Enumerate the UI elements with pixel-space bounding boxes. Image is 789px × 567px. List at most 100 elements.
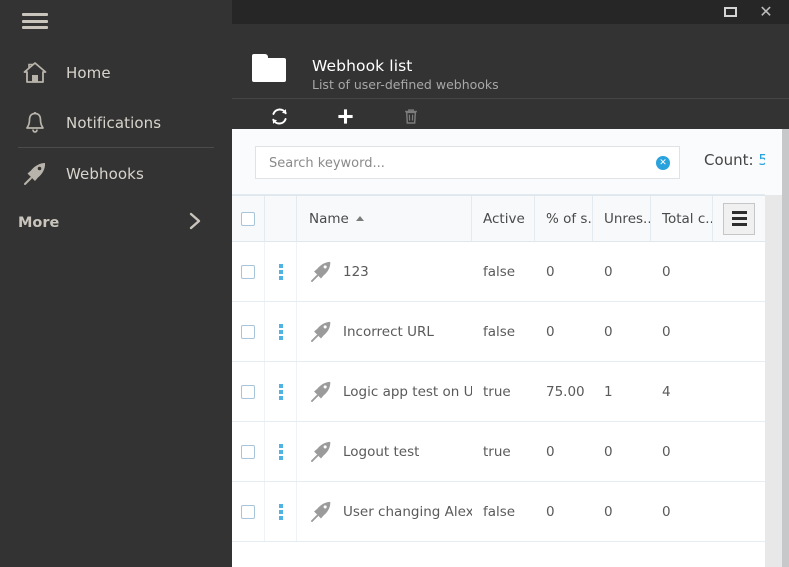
search-input[interactable]: [267, 147, 651, 180]
cell-percent-success: 0: [546, 443, 555, 460]
row-actions-icon[interactable]: [278, 503, 283, 520]
rocket-icon: [309, 380, 333, 404]
hamburger-bar: [22, 13, 48, 16]
cell-total-calls: 0: [662, 443, 671, 460]
cell-spacer: [713, 482, 765, 541]
sidebar-item-label: Home: [66, 64, 111, 82]
rocket-icon: [309, 440, 333, 464]
table-row[interactable]: Incorrect URL false 0 0 0: [232, 302, 765, 362]
column-header-label: Unres...: [604, 210, 651, 227]
row-menu-cell[interactable]: [265, 422, 297, 481]
close-window-icon[interactable]: ✕: [751, 0, 781, 24]
sidebar-item-webhooks[interactable]: Webhooks: [0, 149, 232, 199]
column-header-total-calls[interactable]: Total c...: [651, 195, 713, 242]
dot: [278, 275, 283, 280]
sidebar-item-label: Webhooks: [66, 165, 144, 183]
cell-spacer: [713, 422, 765, 481]
header-menu-cell: [265, 195, 297, 242]
search-field[interactable]: ✕: [255, 146, 680, 180]
cell-unresolved: 0: [604, 263, 613, 280]
dot: [278, 503, 283, 508]
bell-icon: [18, 111, 52, 135]
row-checkbox[interactable]: [241, 384, 255, 399]
dot: [278, 443, 283, 448]
table-row[interactable]: 123 false 0 0 0: [232, 242, 765, 302]
row-menu-cell[interactable]: [265, 302, 297, 361]
rocket-icon: [309, 500, 333, 524]
cell-unresolved: 0: [604, 503, 613, 520]
content-panel: ✕ Count: 5 Name Active: [232, 129, 789, 567]
sidebar-item-more[interactable]: More: [0, 203, 232, 243]
row-actions-icon[interactable]: [278, 323, 283, 340]
row-checkbox[interactable]: [241, 264, 255, 279]
row-checkbox-cell[interactable]: [232, 302, 265, 361]
column-header-label: Name: [309, 210, 349, 227]
sidebar-divider: [18, 147, 214, 148]
cell-name: Logic app test on U: [297, 362, 472, 421]
column-options-cell[interactable]: [713, 196, 765, 242]
row-checkbox-cell[interactable]: [232, 242, 265, 301]
column-header-label: % of s...: [546, 210, 592, 227]
cell-name: 123: [297, 242, 472, 301]
dot: [278, 263, 283, 268]
cell-unresolved: 0: [604, 443, 613, 460]
cell-percent-success: 0: [546, 323, 555, 340]
dot: [278, 389, 283, 394]
hamburger-icon[interactable]: [22, 10, 48, 32]
cell-name: Logout test: [297, 422, 472, 481]
row-checkbox-cell[interactable]: [232, 482, 265, 541]
column-header-name[interactable]: Name: [297, 195, 472, 242]
row-menu-cell[interactable]: [265, 482, 297, 541]
table-row[interactable]: Logic app test on U true 75.00 1 4: [232, 362, 765, 422]
table-header-row: Name Active % of s... Unres... Total c..…: [232, 195, 765, 242]
row-checkbox-cell[interactable]: [232, 422, 265, 481]
select-all-checkbox[interactable]: [241, 211, 255, 226]
dot: [278, 269, 283, 274]
header-divider: [232, 98, 789, 99]
vertical-scrollbar-track[interactable]: [765, 195, 782, 567]
cell-name-text: User changing Alex: [343, 503, 472, 520]
clear-search-icon[interactable]: ✕: [656, 156, 670, 170]
sidebar-more-label: More: [18, 215, 60, 231]
row-checkbox[interactable]: [241, 504, 255, 519]
select-all-checkbox-cell[interactable]: [232, 195, 265, 242]
sidebar-item-home[interactable]: Home: [0, 48, 232, 98]
sidebar-item-label: Notifications: [66, 114, 162, 132]
row-menu-cell[interactable]: [265, 362, 297, 421]
restore-window-icon[interactable]: [715, 0, 745, 24]
cell-name-text: Logout test: [343, 443, 420, 460]
column-header-active[interactable]: Active: [472, 195, 535, 242]
row-checkbox-cell[interactable]: [232, 362, 265, 421]
trash-icon: [402, 106, 420, 126]
column-header-percent-success[interactable]: % of s...: [535, 195, 593, 242]
vertical-scrollbar-thumb[interactable]: [782, 129, 789, 567]
row-actions-icon[interactable]: [278, 383, 283, 400]
cell-active: true: [483, 443, 511, 460]
close-glyph: ✕: [759, 2, 773, 21]
column-header-label: Active: [483, 210, 525, 227]
chevron-right-icon: [188, 211, 202, 235]
dot: [278, 323, 283, 328]
dot: [278, 383, 283, 388]
row-checkbox[interactable]: [241, 444, 255, 459]
page-subtitle: List of user-defined webhooks: [312, 77, 499, 92]
column-options-icon[interactable]: [723, 202, 755, 235]
column-header-label: Total c...: [662, 210, 713, 227]
row-menu-cell[interactable]: [265, 242, 297, 301]
table-row[interactable]: Logout test true 0 0 0: [232, 422, 765, 482]
cell-active: true: [483, 383, 511, 400]
row-checkbox[interactable]: [241, 324, 255, 339]
cell-unresolved: 1: [604, 383, 613, 400]
scroll-top-filler: [765, 129, 782, 195]
table-row[interactable]: User changing Alex false 0 0 0: [232, 482, 765, 542]
sidebar-item-notifications[interactable]: Notifications: [0, 98, 232, 148]
row-actions-icon[interactable]: [278, 263, 283, 280]
row-actions-icon[interactable]: [278, 443, 283, 460]
record-count: Count: 5: [704, 151, 768, 169]
folder-icon: [252, 54, 288, 82]
dot: [278, 329, 283, 334]
cell-spacer: [713, 362, 765, 421]
home-icon: [18, 62, 52, 84]
window-title-bar: ✕: [232, 0, 789, 24]
column-header-unresolved[interactable]: Unres...: [593, 195, 651, 242]
